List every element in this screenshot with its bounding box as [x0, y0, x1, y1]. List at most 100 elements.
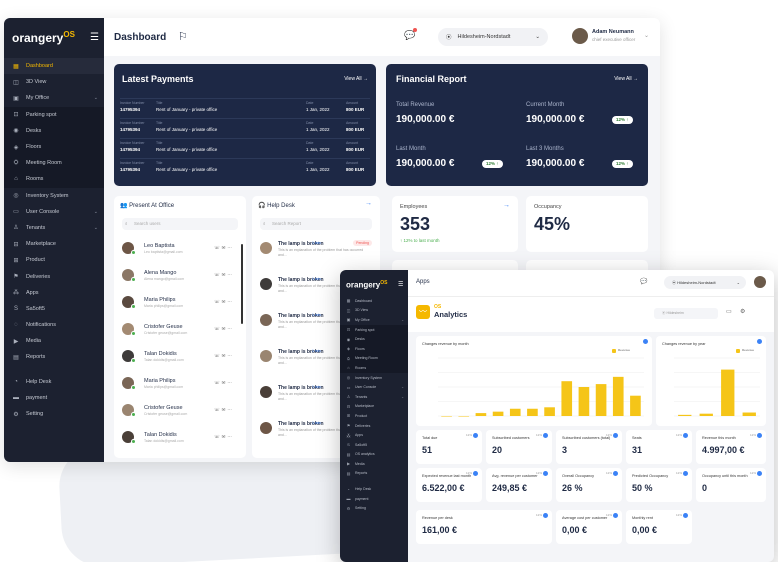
chat-icon[interactable]: 💬: [404, 28, 418, 41]
chat-icon[interactable]: 💬: [640, 278, 647, 285]
list-item[interactable]: Maria Philips Maria philips@gmail.com ☏✉⋯: [122, 373, 242, 399]
more-icon[interactable]: ⋯: [227, 407, 234, 412]
sidebar-item[interactable]: ◉ Desks: [340, 334, 408, 344]
chart-bar[interactable]: [544, 407, 555, 416]
info-icon[interactable]: [757, 433, 762, 438]
list-item[interactable]: Leo Baptista Leo baptista@gmail.com ☏✉⋯: [122, 238, 242, 264]
sidebar-item[interactable]: ⚙ Setting: [340, 503, 408, 513]
phone-icon[interactable]: ☏: [214, 353, 222, 358]
chart-bar[interactable]: [475, 413, 487, 416]
chart-bar[interactable]: [721, 369, 735, 416]
sidebar-item[interactable]: S Sa5oft5: [340, 440, 408, 450]
list-item[interactable]: Talan Dokidis Talan dokidis@gmail.com ☏✉⋯: [122, 346, 242, 372]
list-item[interactable]: Maria Philips Maria philips@gmail.com ☏✉⋯: [122, 292, 242, 318]
view-all-link[interactable]: View All →: [614, 76, 638, 82]
chart-bar[interactable]: [595, 384, 607, 416]
sidebar-item[interactable]: ⚙ Setting: [4, 406, 104, 422]
sidebar-item[interactable]: ⚑ Deliveries: [340, 421, 408, 431]
sidebar-item[interactable]: ♙ Tenants ⌄: [4, 220, 104, 236]
chart-bar[interactable]: [578, 387, 590, 416]
kpi-card[interactable]: Predicted Occupancy 12% 50 %: [626, 468, 692, 502]
filter-icon[interactable]: ▭: [726, 308, 732, 315]
kpi-card[interactable]: Revenue per desk 12% 161,00 €: [416, 510, 552, 544]
sidebar-item[interactable]: ◎ Inventory System: [4, 188, 104, 204]
menu-icon[interactable]: ☰: [398, 281, 403, 288]
chart-bar[interactable]: [441, 416, 452, 417]
phone-icon[interactable]: ☏: [214, 380, 222, 385]
payment-row[interactable]: Invoice Number 14795394 Title Rent of Janua…: [120, 158, 370, 174]
more-icon[interactable]: ⋯: [227, 353, 234, 358]
phone-icon[interactable]: ☏: [214, 299, 222, 304]
sidebar-item[interactable]: ◌ Notifications: [4, 317, 104, 333]
payment-row[interactable]: Invoice Number 14795394 Title Rent of Janua…: [120, 138, 370, 154]
sidebar-item[interactable]: ◉ Desks: [4, 122, 104, 139]
logo[interactable]: orangeryOS: [346, 280, 387, 290]
avatar[interactable]: [754, 276, 766, 288]
more-icon[interactable]: ⋯: [227, 326, 234, 331]
sidebar-item[interactable]: ⌂ Rooms: [340, 363, 408, 373]
info-icon[interactable]: [543, 513, 548, 518]
sidebar-item[interactable]: ⊡ Parking spot: [4, 106, 104, 123]
location-filter[interactable]: ⦿ Hildesheim: [654, 308, 718, 319]
search-input[interactable]: ⌕ Search Report: [260, 218, 372, 230]
info-icon[interactable]: [613, 433, 618, 438]
list-item[interactable]: Talan Dokidis Talan dokidis@gmail.com ☏✉⋯: [122, 427, 242, 453]
more-icon[interactable]: ⋯: [227, 245, 234, 250]
sidebar-item[interactable]: ▦ Dashboard: [4, 58, 104, 75]
kpi-card[interactable]: Expected revenue last month 12% 6.522,00 €: [416, 468, 482, 502]
sidebar-item[interactable]: ⚑ Deliveries: [4, 268, 104, 284]
employees-card[interactable]: Employees → 353 ↑ 12% to last month: [392, 196, 518, 252]
kpi-card[interactable]: Subscribed customers (total) 12% 3: [556, 430, 622, 464]
sidebar-item[interactable]: ▣ My Office ⌄: [4, 90, 104, 106]
sidebar-item[interactable]: ⊞ Product: [340, 411, 408, 421]
sidebar-item[interactable]: ▤ OS analytics: [340, 450, 408, 460]
sidebar-item[interactable]: ♙ Tenants ⌄: [340, 392, 408, 402]
info-icon[interactable]: [683, 513, 688, 518]
kpi-card[interactable]: Occupancy until this month 12% 0: [696, 468, 766, 502]
sidebar-item[interactable]: ⁂ Apps: [4, 285, 104, 301]
chart-bar[interactable]: [678, 414, 692, 416]
chart-bar[interactable]: [527, 408, 538, 416]
chart-bar[interactable]: [630, 395, 641, 416]
list-item[interactable]: Cristofer Geuse Cristofer geuse@gmail.com…: [122, 400, 242, 426]
flag-icon[interactable]: ⚐: [178, 30, 188, 43]
phone-icon[interactable]: ☏: [214, 245, 222, 250]
payment-row[interactable]: Invoice Number 14795394 Title Rent of Janua…: [120, 98, 370, 114]
chart-bar[interactable]: [509, 408, 521, 416]
sidebar-item[interactable]: ▬ payment: [4, 390, 104, 406]
sidebar-item[interactable]: ⊞ Product: [4, 252, 104, 268]
info-icon[interactable]: [543, 433, 548, 438]
chevron-down-icon[interactable]: ⌄: [644, 32, 649, 39]
kpi-card[interactable]: Average cost per customer 12% 0,00 €: [556, 510, 622, 544]
menu-icon[interactable]: ☰: [90, 32, 99, 43]
kpi-card[interactable]: Subscribed customers 12% 20: [486, 430, 552, 464]
avatar[interactable]: [572, 28, 588, 44]
list-item[interactable]: Alena Mango Alena mango@gmail.com ☏✉⋯: [122, 265, 242, 291]
kpi-card[interactable]: Revenue this month 12% 4.997,00 €: [696, 430, 766, 464]
more-icon[interactable]: ⋯: [227, 299, 234, 304]
sidebar-item[interactable]: ▭ User Console ⌄: [4, 204, 104, 220]
info-icon[interactable]: [473, 471, 478, 476]
chart-bar[interactable]: [742, 412, 756, 416]
info-icon[interactable]: [613, 513, 618, 518]
sidebar-item[interactable]: ◫ 3D View: [4, 74, 104, 90]
phone-icon[interactable]: ☏: [214, 272, 222, 277]
sidebar-item[interactable]: ▭ User Console ⌄: [340, 382, 408, 392]
sidebar-item[interactable]: ▤ Reports: [4, 349, 104, 365]
sidebar-item[interactable]: S Sa5oft5: [4, 301, 104, 317]
sidebar-item[interactable]: ⊟ Marketplace: [340, 402, 408, 412]
ticket-item[interactable]: The lamp is broken 1 min This is an explan…: [260, 238, 372, 272]
sidebar-item[interactable]: ⁂ Apps: [340, 430, 408, 440]
sidebar-item[interactable]: ◔ Help Desk: [340, 484, 408, 494]
sidebar-item[interactable]: ◎ Inventory System: [340, 373, 408, 383]
logo[interactable]: orangeryOS: [12, 30, 75, 45]
chart-bar[interactable]: [561, 381, 573, 416]
arrow-right-icon[interactable]: →: [365, 200, 372, 207]
sidebar-item[interactable]: ▣ My Office ⌄: [340, 315, 408, 325]
kpi-card[interactable]: Seats 12% 31: [626, 430, 692, 464]
kpi-card[interactable]: Monthly rent 12% 0,00 €: [626, 510, 692, 544]
more-icon[interactable]: ⋯: [227, 434, 234, 439]
search-input[interactable]: ⌕ Search users: [122, 218, 238, 230]
arrow-right-icon[interactable]: →: [503, 202, 510, 209]
phone-icon[interactable]: ☏: [214, 407, 222, 412]
